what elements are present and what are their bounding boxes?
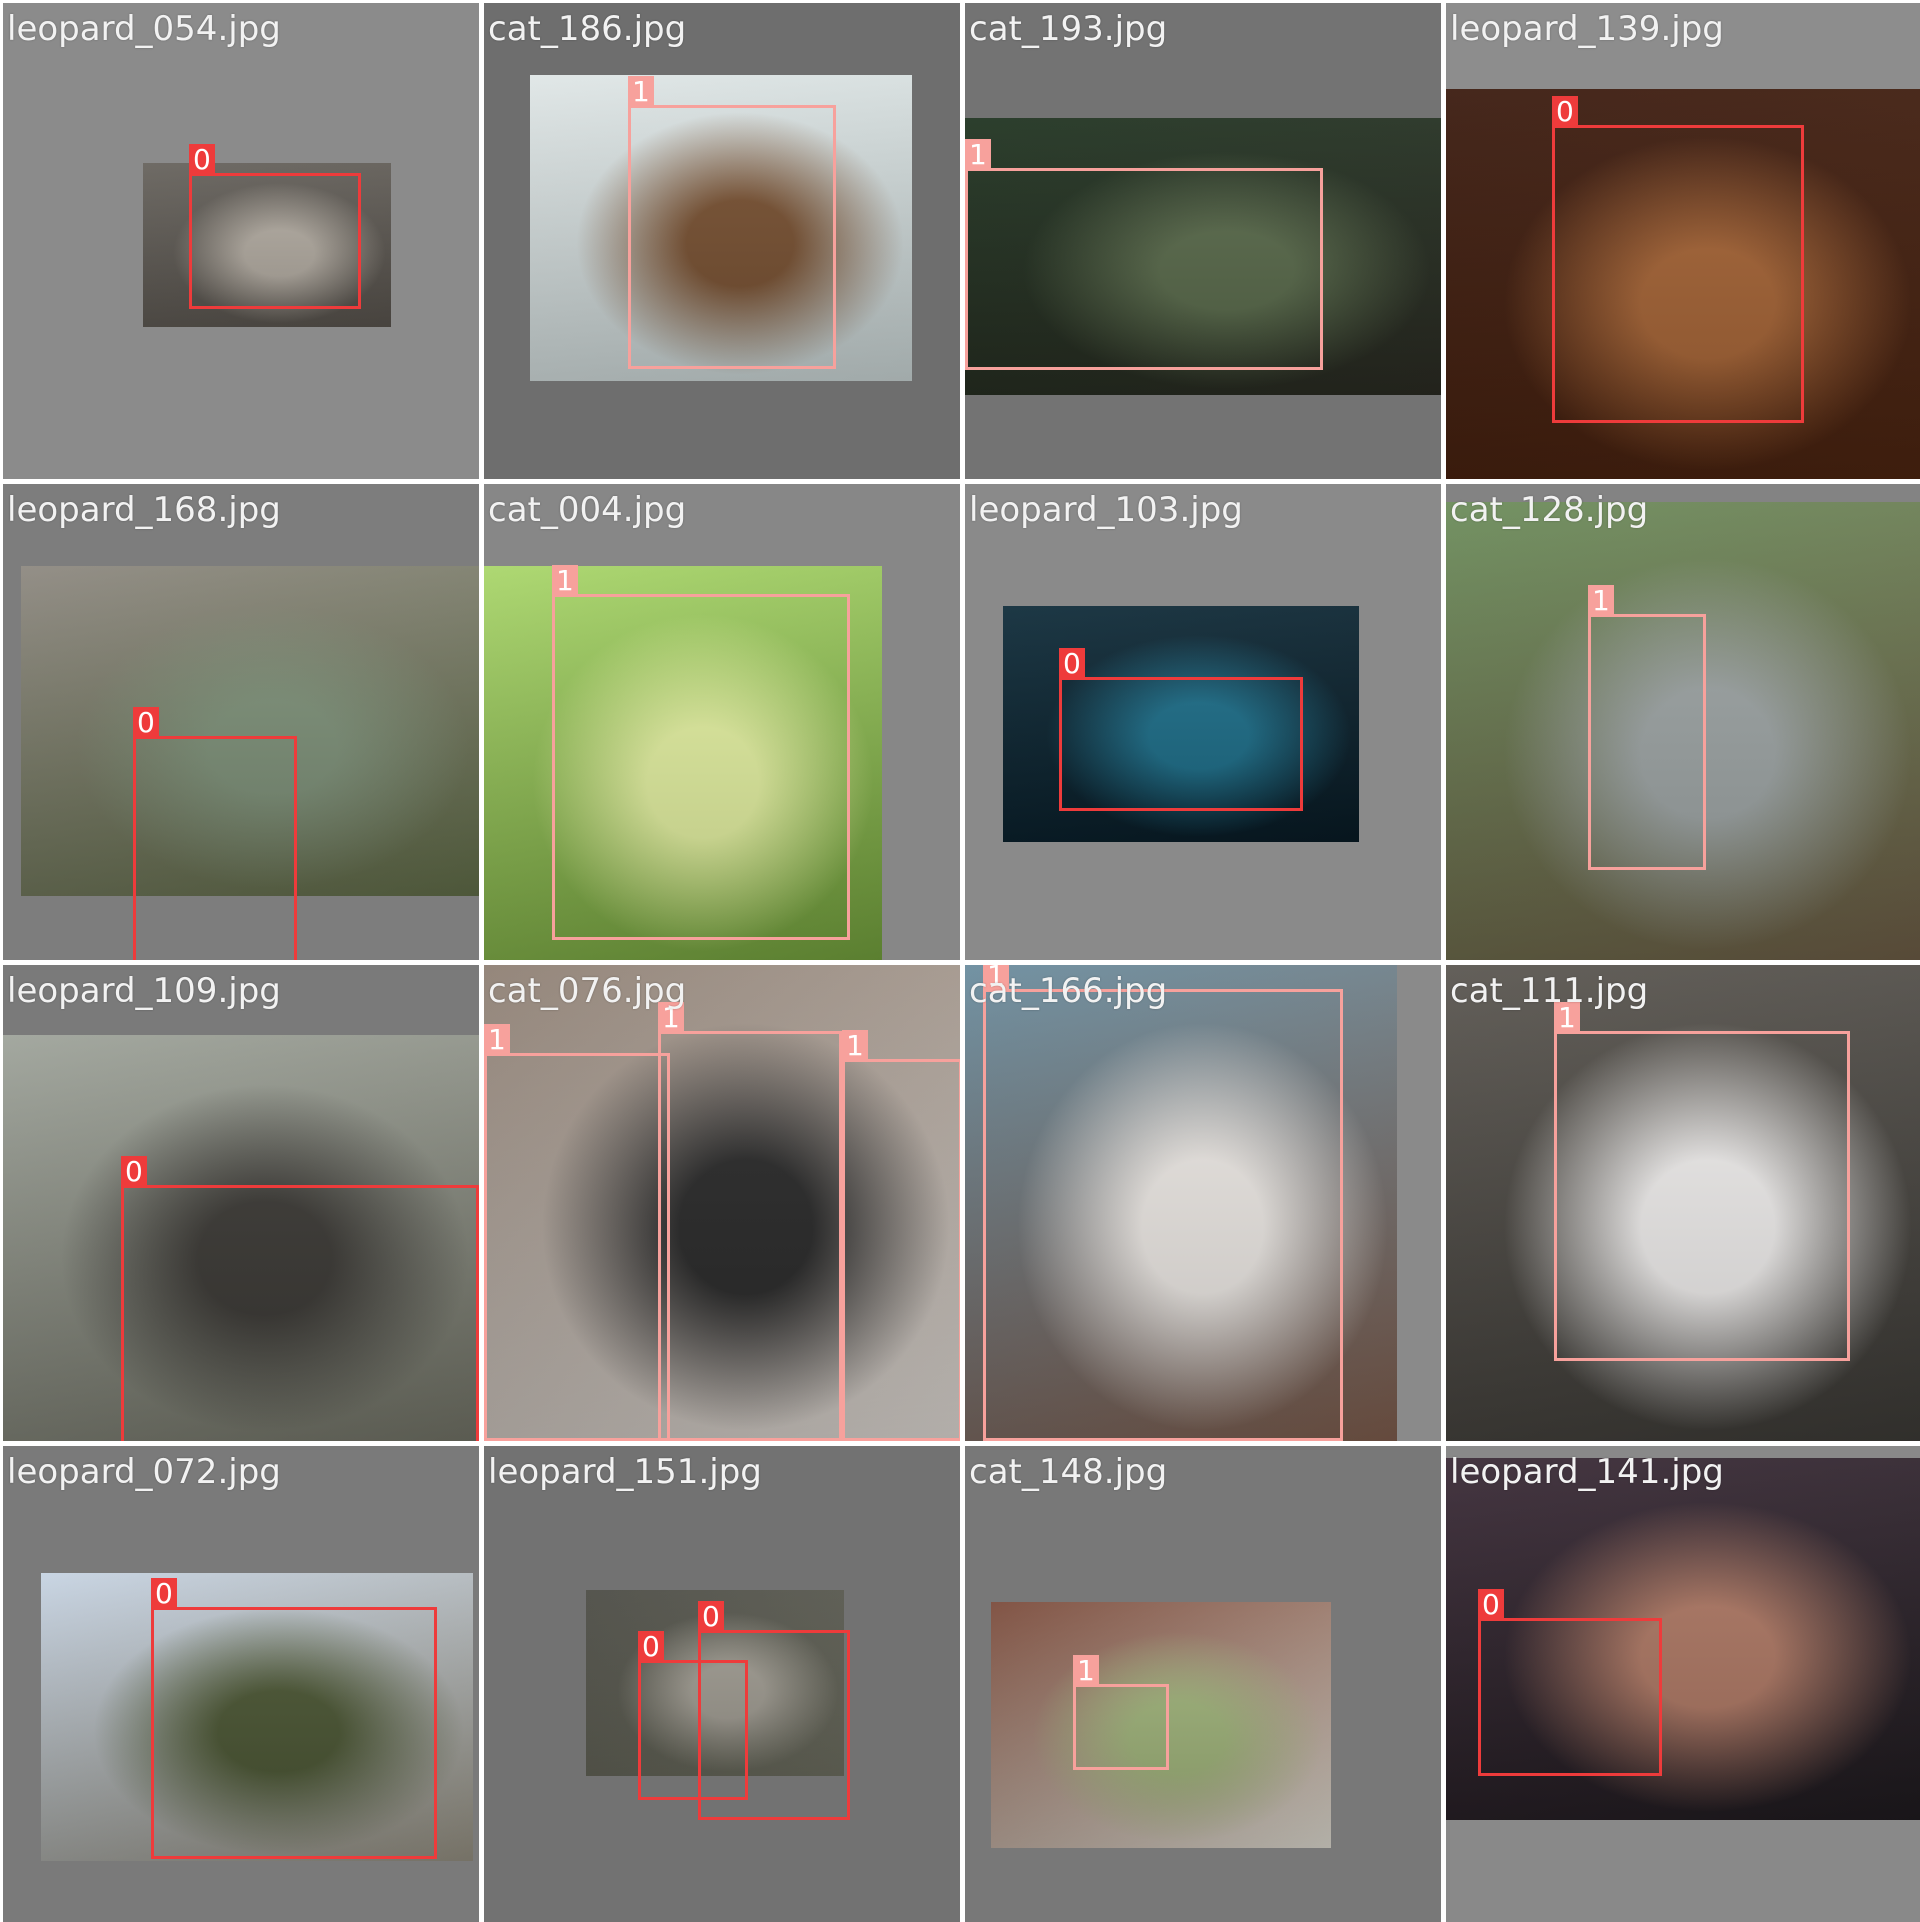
filename-label: cat_166.jpg (969, 971, 1168, 1011)
filename-label: cat_186.jpg (488, 9, 687, 49)
filename-label: leopard_151.jpg (488, 1452, 762, 1492)
bounding-box: 1 (965, 139, 1323, 370)
class-label: 1 (965, 139, 991, 171)
bounding-box: 0 (121, 1156, 479, 1441)
image-tile[interactable]: 1 cat_193.jpg (965, 3, 1441, 479)
image-tile[interactable]: 1 cat_128.jpg (1446, 484, 1920, 960)
image-tile[interactable]: 0 0 leopard_151.jpg (484, 1446, 960, 1922)
bounding-box: 1 (628, 76, 836, 369)
class-label: 0 (121, 1156, 147, 1188)
bounding-box: 0 (189, 144, 361, 309)
image-tile[interactable]: 1 cat_111.jpg (1446, 965, 1920, 1441)
image-tile[interactable]: 0 leopard_141.jpg (1446, 1446, 1920, 1922)
class-label: 0 (1059, 648, 1085, 680)
image-tile[interactable]: 1 cat_186.jpg (484, 3, 960, 479)
class-label: 1 (552, 565, 578, 597)
class-label: 0 (1552, 96, 1578, 128)
bounding-box: 1 (1554, 1002, 1850, 1361)
image-tile[interactable]: 0 leopard_168.jpg (3, 484, 479, 960)
bounding-box: 1 (842, 1030, 960, 1441)
bounding-box: 0 (698, 1601, 850, 1820)
bounding-box: 1 (552, 565, 850, 940)
bounding-box: 0 (1552, 96, 1804, 423)
bounding-box: 1 (1588, 585, 1706, 870)
mosaic-grid: 0 leopard_054.jpg 1 cat_186.jpg 1 cat_193.jpg… (0, 0, 1920, 1922)
image-tile[interactable]: 0 leopard_139.jpg (1446, 3, 1920, 479)
image-tile[interactable]: 1 cat_166.jpg (965, 965, 1441, 1441)
bounding-box: 1 (983, 965, 1343, 1441)
bounding-box: 1 (1073, 1655, 1169, 1770)
class-label: 1 (628, 76, 654, 108)
class-label: 0 (1478, 1589, 1504, 1621)
bounding-box: 0 (1059, 648, 1303, 811)
image-tile[interactable]: 1 cat_148.jpg (965, 1446, 1441, 1922)
class-label: 1 (484, 1024, 510, 1056)
filename-label: cat_128.jpg (1450, 490, 1649, 530)
class-label: 0 (638, 1631, 664, 1663)
filename-label: leopard_054.jpg (7, 9, 281, 49)
class-label: 0 (698, 1601, 724, 1633)
filename-label: leopard_168.jpg (7, 490, 281, 530)
bounding-box: 1 (484, 1024, 670, 1441)
class-label: 0 (133, 707, 159, 739)
bounding-box: 0 (133, 707, 297, 960)
filename-label: cat_193.jpg (969, 9, 1168, 49)
bounding-box: 0 (1478, 1589, 1662, 1776)
filename-label: leopard_103.jpg (969, 490, 1243, 530)
image-tile[interactable]: 0 leopard_072.jpg (3, 1446, 479, 1922)
filename-label: cat_148.jpg (969, 1452, 1168, 1492)
filename-label: leopard_109.jpg (7, 971, 281, 1011)
image-tile[interactable]: 0 leopard_054.jpg (3, 3, 479, 479)
class-label: 0 (189, 144, 215, 176)
image-tile[interactable]: 0 leopard_103.jpg (965, 484, 1441, 960)
filename-label: leopard_141.jpg (1450, 1452, 1724, 1492)
filename-label: cat_076.jpg (488, 971, 687, 1011)
class-label: 1 (842, 1030, 868, 1062)
bounding-box: 0 (151, 1578, 437, 1859)
class-label: 1 (1588, 585, 1614, 617)
filename-label: cat_004.jpg (488, 490, 687, 530)
bounding-box: 1 (658, 1002, 842, 1441)
image-tile[interactable]: 0 leopard_109.jpg (3, 965, 479, 1441)
filename-label: cat_111.jpg (1450, 971, 1649, 1011)
filename-label: leopard_072.jpg (7, 1452, 281, 1492)
filename-label: leopard_139.jpg (1450, 9, 1724, 49)
class-label: 1 (1073, 1655, 1099, 1687)
class-label: 0 (151, 1578, 177, 1610)
image-tile[interactable]: 1 1 1 cat_076.jpg (484, 965, 960, 1441)
image-tile[interactable]: 1 cat_004.jpg (484, 484, 960, 960)
